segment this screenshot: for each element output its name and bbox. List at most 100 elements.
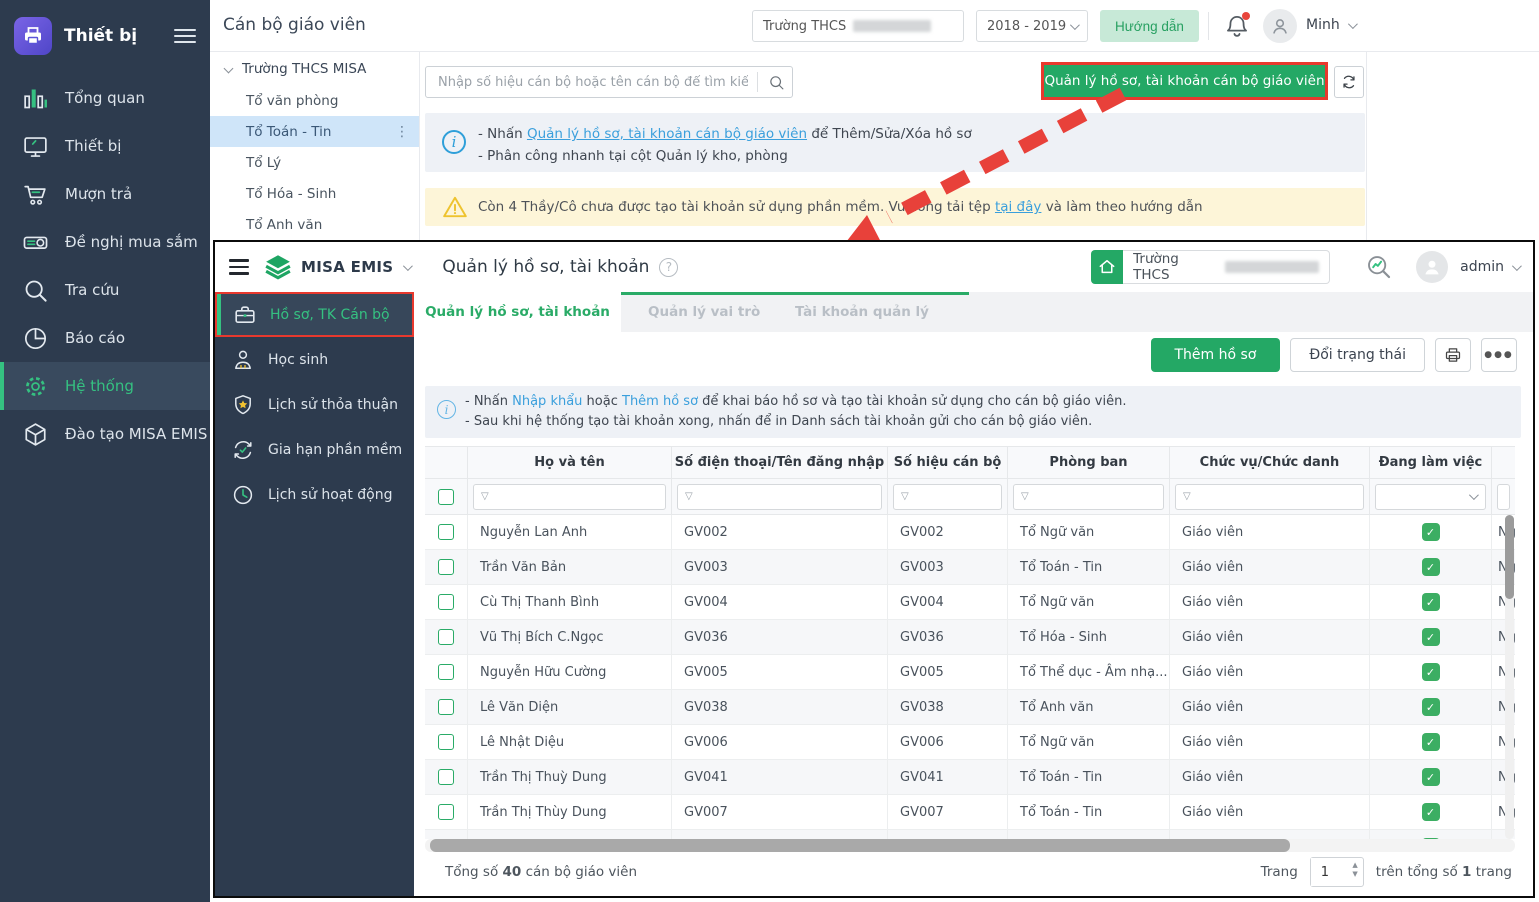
search-input[interactable] [425, 66, 793, 98]
filter-input-2[interactable]: ▽ [893, 483, 1002, 510]
table-row[interactable]: Trần Thị Thùy Dung GV007 GV007 Tổ Toán - Ti… [425, 795, 1515, 830]
cell-dept: Tổ Toán - Tin [1008, 760, 1170, 794]
hamburger-menu-icon[interactable] [229, 259, 249, 275]
sidebar-item-1[interactable]: Thiết bị [0, 122, 210, 170]
add-record-button[interactable]: Thêm hồ sơ [1150, 338, 1281, 372]
sidebar-item-0[interactable]: Tổng quan [0, 74, 210, 122]
print-button[interactable] [1435, 338, 1471, 372]
sidebar-item-4[interactable]: Tra cứu [0, 266, 210, 314]
tab-0[interactable]: Quản lý hồ sơ, tài khoản [414, 292, 621, 332]
cell-code: GV002 [888, 515, 1008, 549]
tree-item-label: Tổ Anh văn [246, 216, 323, 233]
search-icon[interactable] [757, 72, 785, 92]
info-text: hoặc [582, 394, 622, 409]
row-checkbox[interactable] [438, 594, 454, 610]
table-row[interactable]: Trần Văn Bản GV003 GV003 Tổ Toán - Tin Giáo … [425, 550, 1515, 585]
add-record-link[interactable]: Thêm hồ sơ [622, 394, 698, 409]
table-row[interactable]: Cù Thị Thanh Bình GV004 GV004 Tổ Ngữ văn Giá… [425, 585, 1515, 620]
hamburger-menu-icon[interactable] [174, 29, 196, 43]
tree-item-1[interactable]: Tổ Toán - Tin ⋮ [210, 116, 419, 147]
table-header-col-2[interactable]: Số hiệu cán bộ [888, 447, 1008, 479]
table-header-col-1[interactable]: Số điện thoại/Tên đăng nhập [672, 447, 888, 479]
row-checkbox[interactable] [438, 629, 454, 645]
modal-header: MISA EMIS Quản lý hồ sơ, tài khoản ? Trư… [215, 242, 1533, 292]
page-input[interactable] [1310, 858, 1345, 886]
modal-sidebar-item-4[interactable]: Lịch sử hoạt động [215, 472, 414, 517]
school-selector[interactable]: Trường THCS [752, 10, 964, 42]
filter-input-4[interactable]: ▽ [1175, 483, 1364, 510]
page-down-icon[interactable]: ▼ [1352, 870, 1357, 878]
analytics-search-icon[interactable] [1364, 252, 1394, 282]
import-link[interactable]: Nhập khẩu [512, 394, 582, 409]
table-header-col-5[interactable]: Đang làm việc [1370, 447, 1492, 479]
more-options-button[interactable]: ●●● [1481, 338, 1517, 372]
row-checkbox[interactable] [438, 524, 454, 540]
download-here-link[interactable]: tại đây [995, 199, 1041, 215]
table-row[interactable]: Lê Nhật Diệu GV006 GV006 Tổ Ngữ văn Giáo viê… [425, 725, 1515, 760]
user-avatar[interactable] [1263, 9, 1297, 43]
tree-item-4[interactable]: Tổ Anh văn [210, 209, 419, 240]
sidebar-item-7[interactable]: Đào tạo MISA EMIS [0, 410, 210, 458]
table-row[interactable]: Nguyễn Hữu Cường GV005 GV005 Tổ Thể dục - Â… [425, 655, 1515, 690]
kebab-menu-icon[interactable]: ⋮ [395, 125, 409, 139]
row-checkbox[interactable] [438, 769, 454, 785]
manage-accounts-button[interactable]: Quản lý hồ sơ, tài khoản cán bộ giáo viê… [1044, 65, 1325, 97]
help-question-icon[interactable]: ? [659, 257, 679, 277]
info-line-1: - Nhấn Quản lý hồ sơ, tài khoản cán bộ g… [478, 123, 1353, 145]
table-header-col-0[interactable]: Họ và tên [468, 447, 672, 479]
row-checkbox[interactable] [438, 734, 454, 750]
filter-input-1[interactable]: ▽ [677, 483, 882, 510]
horizontal-scrollbar[interactable] [430, 839, 1290, 852]
filter-input-0[interactable]: ▽ [473, 483, 666, 510]
admin-avatar[interactable] [1416, 251, 1449, 283]
change-status-button[interactable]: Đổi trạng thái [1290, 338, 1425, 372]
table-row[interactable]: Lê Văn Diện GV038 GV038 Tổ Anh văn Giáo viên… [425, 690, 1515, 725]
table-row[interactable]: Vũ Thị Bích C.Ngọc GV036 GV036 Tổ Hóa - Sin… [425, 620, 1515, 655]
page-up-icon[interactable]: ▲ [1352, 861, 1357, 869]
cell-working: ✓ [1370, 620, 1492, 654]
select-all-checkbox[interactable] [438, 488, 454, 505]
sidebar-item-3[interactable]: Đề nghị mua sắm [0, 218, 210, 266]
vertical-scrollbar[interactable] [1505, 515, 1514, 599]
red-annotation-box: Quản lý hồ sơ, tài khoản cán bộ giáo viê… [1041, 62, 1328, 100]
filter-input-partial[interactable] [1497, 483, 1510, 510]
tree-item-2[interactable]: Tổ Lý [210, 147, 419, 178]
sidebar-item-2[interactable]: Mượn trả [0, 170, 210, 218]
sidebar-item-6[interactable]: Hệ thống [0, 362, 210, 410]
table-row[interactable]: Nguyễn Lan Anh GV002 GV002 Tổ Ngữ văn Giáo v… [425, 515, 1515, 550]
filter-input-3[interactable]: ▽ [1013, 483, 1164, 510]
tree-root-school[interactable]: Trường THCS MISA [210, 52, 419, 85]
table-row[interactable]: Trần Thị Thuỳ Dung GV041 GV041 Tổ Toán - Ti… [425, 760, 1515, 795]
table-row[interactable]: Hoàng Thị HàGV008GV008Tổ Ngữ vănGiáo viê… [425, 830, 1515, 839]
modal-sidebar-item-0[interactable]: Hồ sơ, TK Cán bộ [215, 292, 414, 337]
manage-accounts-link[interactable]: Quản lý hồ sơ, tài khoản cán bộ giáo viê… [527, 126, 807, 142]
sidebar-item-5[interactable]: Báo cáo [0, 314, 210, 362]
tab-1[interactable]: Quản lý vai trò [648, 292, 760, 332]
notification-bell-icon[interactable] [1223, 12, 1251, 40]
brand-name[interactable]: MISA EMIS [301, 258, 393, 276]
school-year-selector[interactable]: 2018 - 2019 [976, 10, 1088, 42]
tab-2[interactable]: Tài khoản quản lý [795, 292, 929, 332]
modal-sidebar-item-3[interactable]: Gia hạn phần mềm [215, 427, 414, 472]
modal-sidebar-item-2[interactable]: Lịch sử thỏa thuận [215, 382, 414, 427]
admin-user-menu[interactable]: admin [1460, 259, 1522, 275]
row-checkbox[interactable] [438, 804, 454, 820]
row-checkbox[interactable] [438, 699, 454, 715]
home-icon[interactable] [1091, 250, 1124, 284]
cell-working: ✓ [1370, 550, 1492, 584]
row-checkbox[interactable] [438, 559, 454, 575]
help-button[interactable]: Hướng dẫn [1100, 10, 1199, 42]
school-selector[interactable]: Trường THCS [1123, 250, 1331, 284]
row-checkbox[interactable] [438, 664, 454, 680]
table-header-col-3[interactable]: Phòng ban [1008, 447, 1170, 479]
tree-item-label: Tổ Lý [246, 154, 282, 171]
modal-title: Quản lý hồ sơ, tài khoản [442, 257, 650, 277]
modal-sidebar-item-1[interactable]: Học sinh [215, 337, 414, 382]
table-header-col-4[interactable]: Chức vụ/Chức danh [1170, 447, 1370, 479]
row-select-cell [425, 550, 468, 584]
tree-item-3[interactable]: Tổ Hóa - Sinh [210, 178, 419, 209]
working-filter-select[interactable] [1375, 483, 1486, 510]
tree-item-0[interactable]: Tổ văn phòng [210, 85, 419, 116]
user-menu[interactable]: Minh [1306, 17, 1358, 33]
refresh-button[interactable] [1334, 66, 1364, 98]
